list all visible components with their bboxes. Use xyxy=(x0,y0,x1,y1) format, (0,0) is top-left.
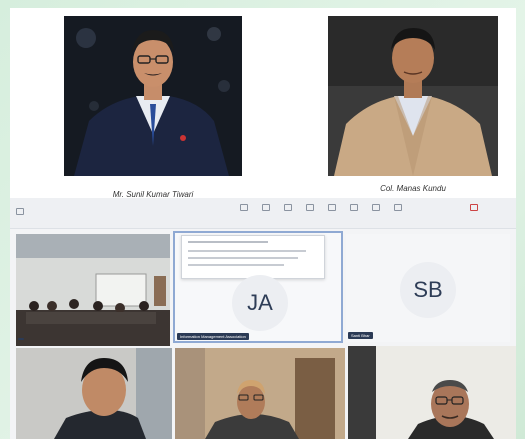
participant-tile: SB Santi Bhar xyxy=(346,234,510,342)
speaker-photo xyxy=(64,16,242,176)
video-tile xyxy=(175,348,345,439)
view-icon xyxy=(306,204,314,211)
participant-avatar: JA xyxy=(232,275,288,331)
speaker-photos-panel: Mr. Sunil Kumar Tiwari Col. Manas Kundu xyxy=(10,8,516,199)
video-tile xyxy=(348,346,516,439)
people-icon xyxy=(262,204,270,211)
speaker-photo xyxy=(328,16,498,176)
participant-avatar: SB xyxy=(400,262,456,318)
participant-name-tag: Santi Bhar xyxy=(348,332,373,339)
shield-icon xyxy=(16,208,24,215)
react-icon xyxy=(284,204,292,211)
participant-name-tag xyxy=(18,338,24,340)
speaker-caption: Col. Manas Kundu xyxy=(380,184,446,193)
participant-name-tag: Information Management Association xyxy=(177,333,249,340)
mic-icon xyxy=(372,204,380,211)
video-tile xyxy=(16,348,172,439)
camera-icon xyxy=(350,204,358,211)
chat-notification xyxy=(181,235,325,279)
more-icon xyxy=(328,204,336,211)
chat-icon xyxy=(240,204,248,211)
video-tile xyxy=(16,234,170,346)
leave-icon xyxy=(470,204,478,211)
share-icon xyxy=(394,204,402,211)
video-meeting-screenshot: JA Information Management Association SB… xyxy=(10,198,516,439)
meeting-toolbar xyxy=(10,198,516,229)
participant-tile: JA Information Management Association xyxy=(173,231,343,343)
